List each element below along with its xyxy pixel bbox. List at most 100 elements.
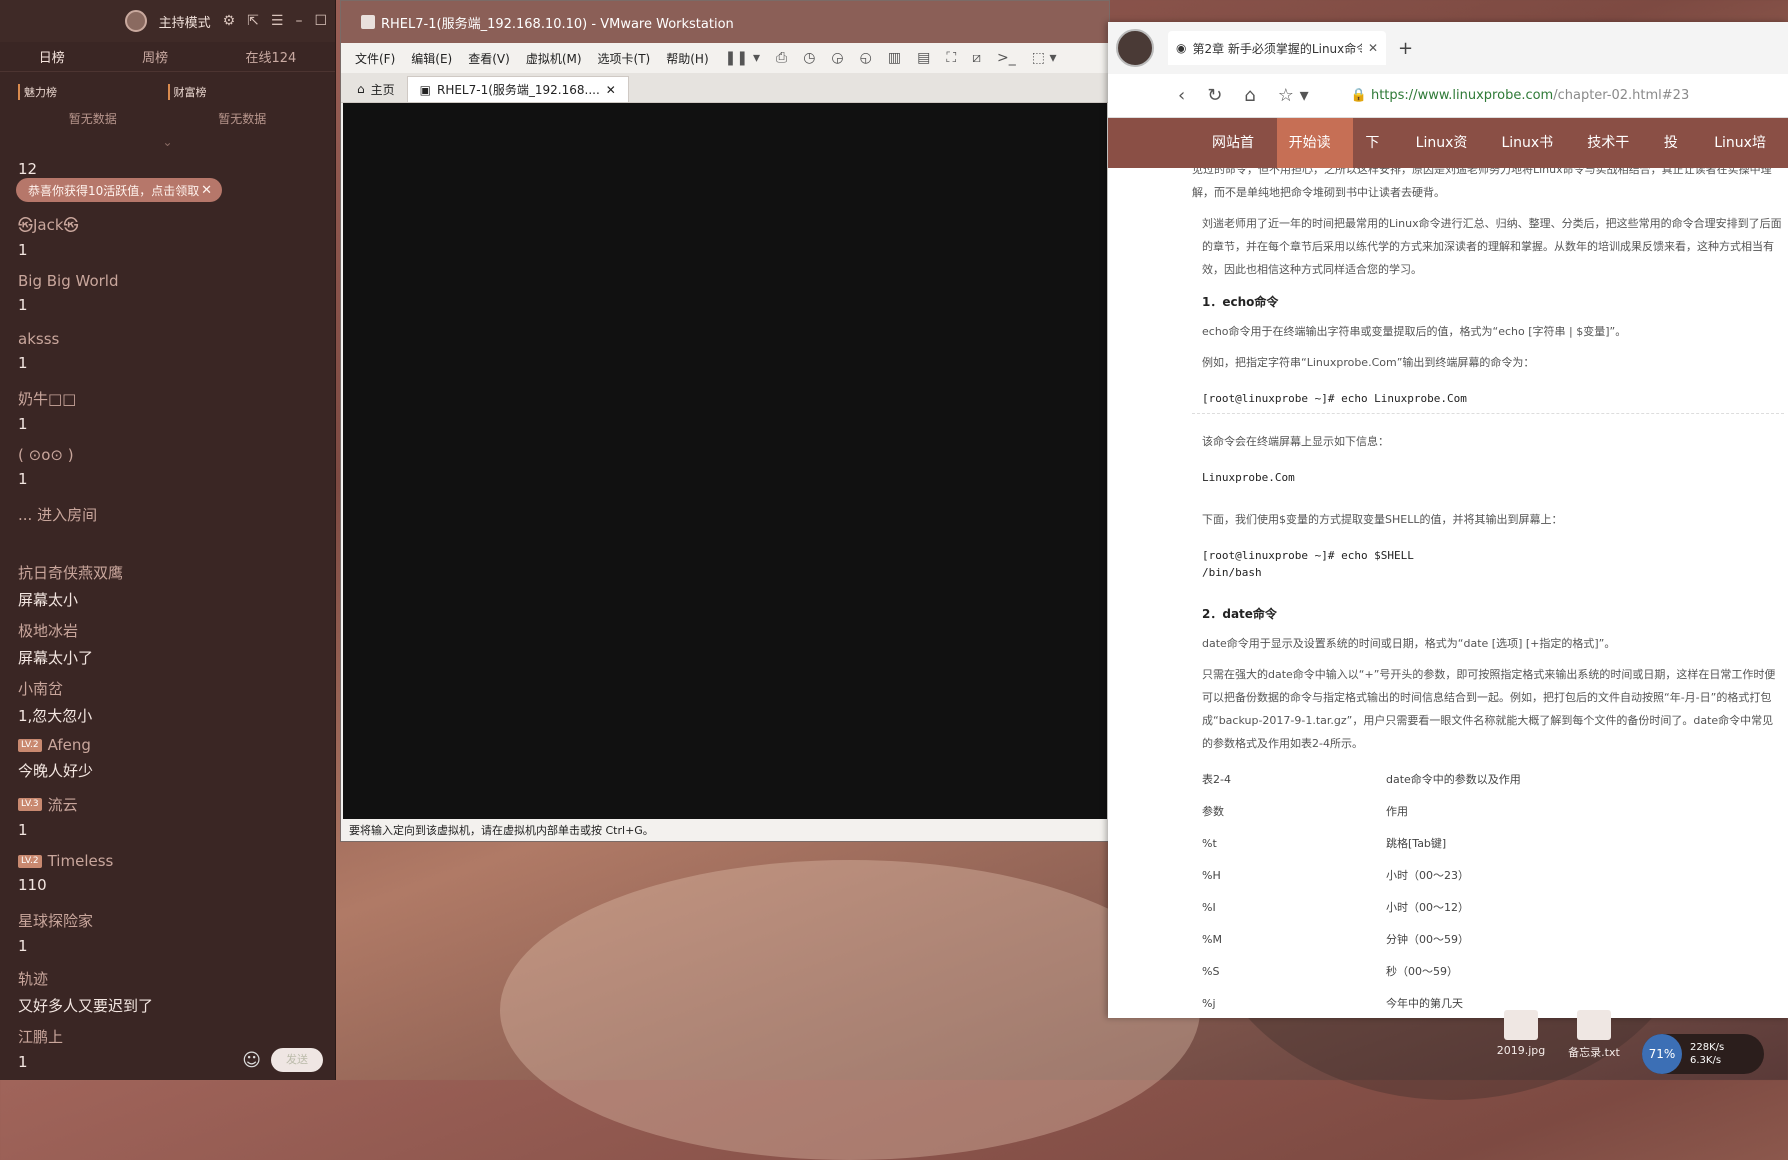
menu-file[interactable]: 文件(F) [355,50,395,67]
settings-icon[interactable]: ⚙ [223,13,236,29]
vm-icon: ▣ [419,82,431,97]
chat-nick[interactable]: 抗日奇侠燕双鹰 [18,562,317,583]
star-icon[interactable]: ☆ ▾ [1278,85,1309,106]
desktop-icon-image[interactable]: 2019.jpg [1496,1010,1546,1057]
chat-nick[interactable]: ㉿Jack㉿ [18,214,317,235]
vmware-logo-icon [361,15,375,29]
external-link-icon[interactable]: ⇱ [247,13,259,29]
site-nav-item[interactable]: 开始读书 [1276,118,1354,201]
emoji-icon[interactable]: ☺ [242,1050,261,1071]
activity-toast[interactable]: 恭喜你获得10活跃值，点击领取 ✕ [16,178,222,202]
chat-nick[interactable]: LV.2 Timeless [18,852,317,870]
avatar[interactable] [1116,29,1154,67]
close-icon[interactable]: ✕ [201,183,212,198]
sidebar-icon[interactable]: ▥ [888,50,901,66]
chat-nick[interactable]: 极地冰岩 [18,620,317,641]
table-row: %j 今年中的第几天 [1198,987,1521,1018]
stretch-icon[interactable]: ⬚ ▾ [1032,50,1057,66]
chat-nick[interactable]: aksss [18,330,317,348]
send-button[interactable]: 发送 [271,1048,323,1072]
chat-nick[interactable]: 小南岔 [18,678,317,699]
menu-vm[interactable]: 虚拟机(M) [526,50,582,67]
site-nav-item[interactable]: 网站首页 [1200,118,1277,201]
vm-screen[interactable] [343,103,1107,819]
pause-icon[interactable]: ❚❚ ▾ [725,50,760,66]
network-speed-widget[interactable]: 71% 228K/s 6.3K/s [1642,1034,1764,1074]
table-cell: 小时（00～23） [1386,868,1469,882]
site-nav-item[interactable]: 技术干货 [1575,118,1652,201]
site-nav-item[interactable]: Linux培训 [1702,118,1788,201]
code-block: [root@linuxprobe ~]# echo Linuxprobe.Com [1192,390,1784,414]
chat-message: 极地冰岩 屏幕太小了 [18,618,317,676]
minimize-icon[interactable]: – [295,13,302,29]
site-nav-item[interactable]: 下载 [1353,118,1403,201]
chat-nick[interactable]: Big Big World [18,272,317,290]
host-mode-label[interactable]: 主持模式 [159,12,211,31]
send-ctrl-alt-del-icon[interactable]: ⎙ [776,50,787,66]
table-cell: %S [1202,964,1220,978]
tab-online[interactable]: 在线124 [245,47,296,66]
browser-tab[interactable]: ◉ 第2章 新手必须掌握的Linux命令 ✕ [1168,31,1386,65]
desktop-icon-text[interactable]: 备忘录.txt [1564,1010,1624,1060]
reload-icon[interactable]: ↻ [1207,85,1222,106]
table-row: %I 小时（00～12） [1198,891,1521,923]
chat-nick[interactable]: 星球探险家 [18,910,317,931]
console-icon[interactable]: >_ [997,50,1016,66]
chevron-down-icon[interactable]: ⌄ [0,135,335,149]
unity-icon[interactable]: ⧄ [972,50,981,66]
chat-text: 1 [18,821,28,839]
code-block: Linuxprobe.Com [1202,471,1295,484]
memory-usage: 71% [1642,1034,1682,1074]
chat-text: 1 [18,241,28,259]
menu-tabs[interactable]: 选项卡(T) [598,50,651,67]
thumbnail-icon[interactable]: ▤ [917,50,930,66]
tab-home[interactable]: ⌂ 主页 [345,76,407,102]
menu-icon[interactable]: ☰ [271,13,284,29]
chat-message: 轨迹 又好多人又要迟到了 [18,966,317,1024]
home-icon[interactable]: ⌂ [1244,85,1255,106]
close-icon[interactable]: ✕ [606,83,616,97]
chat-nick[interactable]: ... 进入房间 [18,504,317,525]
site-nav-item[interactable]: 投稿 [1652,118,1702,201]
chat-text: 屏幕太小 [18,591,79,609]
chat-message: Big Big World 1 [18,270,317,328]
avatar[interactable] [124,10,147,32]
tab-weekly[interactable]: 周榜 [142,47,168,66]
chat-nick-text: 抗日奇侠燕双鹰 [18,564,124,582]
paragraph: date命令用于显示及设置系统的时间或日期，格式为“date [选项] [+指定… [1202,637,1616,650]
snapshot-icon[interactable]: ◷ [803,50,815,66]
snapshot-manager-icon[interactable]: ◵ [860,50,872,66]
tab-vm[interactable]: ▣ RHEL7-1(服务端_192.168.... ✕ [406,76,629,102]
paragraph: 见过的命令，但不用担心，之所以这样安排，原因是刘遄老师努力地将Linux命令与实… [1192,168,1772,199]
back-icon[interactable]: ‹ [1178,85,1185,106]
fullscreen-icon[interactable]: ⛶ [946,50,956,66]
menu-edit[interactable]: 编辑(E) [411,50,452,67]
table-cell: %M [1202,932,1222,946]
section-heading: 2．date命令 [1202,607,1277,621]
table-cell: 秒（00～59） [1386,964,1458,978]
chat-nick-text: Timeless [47,852,114,870]
new-tab-icon[interactable]: + [1398,38,1413,59]
level-badge: LV.2 [18,854,42,868]
chat-nick[interactable]: LV.3 流云 [18,794,317,815]
live-chat-panel: 主持模式 ⚙ ⇱ ☰ – ☐ ✕ 日榜 周榜 在线124 魅力榜 暂无数据 财富… [0,0,353,1082]
site-nav-item[interactable]: Linux资讯 [1404,118,1490,201]
chat-nick[interactable]: LV.2 Afeng [18,736,317,754]
chat-text: 1 [18,415,28,433]
code-block: [root@linuxprobe ~]# echo $SHELL /bin/ba… [1202,549,1414,579]
menu-view[interactable]: 查看(V) [468,50,510,67]
site-nav-item[interactable]: Linux书籍 [1489,118,1575,201]
table-title: date命令中的参数以及作用 [1386,772,1521,786]
tab-daily[interactable]: 日榜 [39,47,65,66]
close-icon[interactable]: ✕ [1368,41,1378,55]
maximize-icon[interactable]: ☐ [314,13,327,29]
chat-message-list: 12 ㉿Jack㉿ 1 Big Big World 1 aksss 1 奶牛□□ 1( ⊙o⊙ … [0,160,335,1082]
chat-message: 小南岔 1,忽大忽小 [18,676,317,734]
url-field[interactable]: 🔒 https://www.linuxprobe.com/chapter-02.… [1351,88,1690,103]
menu-help[interactable]: 帮助(H) [666,50,708,67]
chat-nick[interactable]: 奶牛□□ [18,388,317,409]
chat-nick[interactable]: ( ⊙o⊙ ) [18,446,317,464]
chat-nick[interactable]: 轨迹 [18,968,317,989]
table-cell: %I [1202,900,1216,914]
revert-snapshot-icon[interactable]: ◶ [831,50,843,66]
